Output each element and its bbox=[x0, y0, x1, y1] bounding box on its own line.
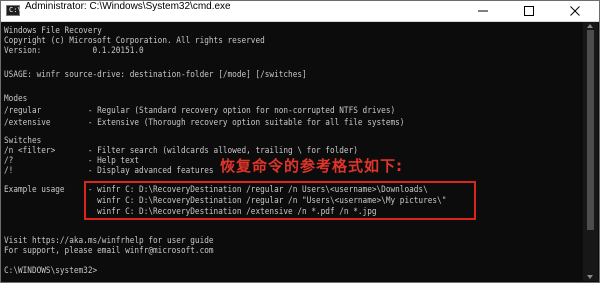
window-title: Administrator: C:\Windows\System32\cmd.e… bbox=[25, 1, 231, 12]
maximize-button[interactable] bbox=[507, 1, 553, 21]
console-line: For support, please email winfr@microsof… bbox=[4, 246, 214, 256]
cmd-window: C:\ Administrator: C:\Windows\System32\c… bbox=[0, 0, 600, 283]
console-line: Modes bbox=[4, 94, 28, 104]
close-button[interactable] bbox=[553, 1, 599, 21]
cmd-icon: C:\ bbox=[6, 5, 22, 16]
console-prompt: C:\WINDOWS\system32> bbox=[4, 266, 98, 276]
console-line: /! - Display advanced features bbox=[4, 166, 214, 176]
annotation-caption: 恢复命令的参考格式如下: bbox=[220, 157, 403, 175]
maximize-icon bbox=[524, 6, 534, 16]
minimize-button[interactable] bbox=[461, 1, 507, 21]
console-line: USAGE: winfr source-drive: destination-f… bbox=[4, 70, 307, 80]
console-line: Version: 0.1.20151.0 bbox=[4, 46, 144, 56]
console-line: /regular - Regular (Standard recovery op… bbox=[4, 106, 396, 116]
vertical-scrollbar[interactable] bbox=[583, 22, 598, 281]
console-output[interactable]: Windows File Recovery Copyright (c) Micr… bbox=[4, 26, 579, 281]
minimize-icon bbox=[478, 10, 488, 12]
scroll-up-icon[interactable] bbox=[587, 24, 593, 28]
example-highlight-box bbox=[84, 181, 476, 220]
title-bar[interactable]: C:\ Administrator: C:\Windows\System32\c… bbox=[1, 1, 599, 22]
close-icon bbox=[570, 6, 580, 16]
console-line: /extensive - Extensive (Thorough recover… bbox=[4, 118, 405, 128]
scroll-thumb[interactable] bbox=[587, 30, 594, 230]
scroll-down-icon[interactable] bbox=[587, 275, 593, 279]
